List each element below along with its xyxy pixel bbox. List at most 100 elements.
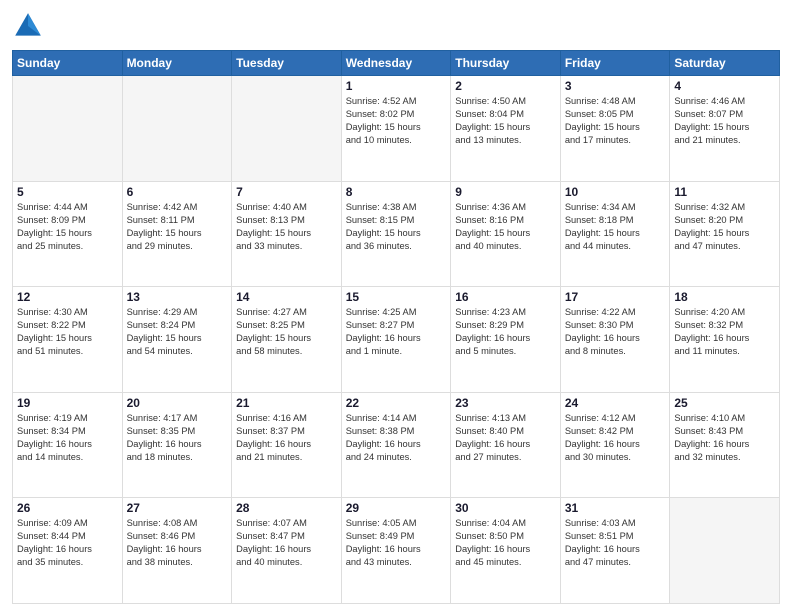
day-cell: 20 Sunrise: 4:17 AM Sunset: 8:35 PM Dayli… [122, 392, 232, 498]
day-cell: 26 Sunrise: 4:09 AM Sunset: 8:44 PM Dayli… [13, 498, 123, 604]
day-cell: 8 Sunrise: 4:38 AM Sunset: 8:15 PM Daylig… [341, 181, 451, 287]
day-number: 11 [674, 185, 775, 199]
day-cell: 11 Sunrise: 4:32 AM Sunset: 8:20 PM Dayli… [670, 181, 780, 287]
day-info: Sunrise: 4:08 AM Sunset: 8:46 PM Dayligh… [127, 517, 228, 569]
day-number: 21 [236, 396, 337, 410]
day-cell [670, 498, 780, 604]
day-cell [232, 76, 342, 182]
calendar-table: SundayMondayTuesdayWednesdayThursdayFrid… [12, 50, 780, 604]
day-info: Sunrise: 4:04 AM Sunset: 8:50 PM Dayligh… [455, 517, 556, 569]
day-number: 20 [127, 396, 228, 410]
day-cell: 19Sunrise: 4:19 AM Sunset: 8:34 PM Dayli… [13, 392, 123, 498]
day-info: Sunrise: 4:46 AM Sunset: 8:07 PM Dayligh… [674, 95, 775, 147]
day-info: Sunrise: 4:25 AM Sunset: 8:27 PM Dayligh… [346, 306, 447, 358]
page: SundayMondayTuesdayWednesdayThursdayFrid… [0, 0, 792, 612]
day-cell: 24Sunrise: 4:12 AM Sunset: 8:42 PM Dayli… [560, 392, 670, 498]
day-cell: 17 Sunrise: 4:22 AM Sunset: 8:30 PM Dayli… [560, 287, 670, 393]
day-info: Sunrise: 4:52 AM Sunset: 8:02 PM Dayligh… [346, 95, 447, 147]
weekday-header-friday: Friday [560, 51, 670, 76]
day-cell: 3Sunrise: 4:48 AM Sunset: 8:05 PM Daylig… [560, 76, 670, 182]
day-info: Sunrise: 4:42 AM Sunset: 8:11 PM Dayligh… [127, 201, 228, 253]
day-info: Sunrise: 4:38 AM Sunset: 8:15 PM Dayligh… [346, 201, 447, 253]
day-info: Sunrise: 4:13 AM Sunset: 8:40 PM Dayligh… [455, 412, 556, 464]
day-number: 5 [17, 185, 118, 199]
day-info: Sunrise: 4:10 AM Sunset: 8:43 PM Dayligh… [674, 412, 775, 464]
week-row-2: 5 Sunrise: 4:44 AM Sunset: 8:09 PM Daylig… [13, 181, 780, 287]
day-cell: 30 Sunrise: 4:04 AM Sunset: 8:50 PM Dayli… [451, 498, 561, 604]
logo-icon [12, 10, 44, 42]
weekday-header-monday: Monday [122, 51, 232, 76]
day-info: Sunrise: 4:14 AM Sunset: 8:38 PM Dayligh… [346, 412, 447, 464]
day-number: 1 [346, 79, 447, 93]
weekday-header-wednesday: Wednesday [341, 51, 451, 76]
week-row-5: 26 Sunrise: 4:09 AM Sunset: 8:44 PM Dayli… [13, 498, 780, 604]
day-cell: 1 Sunrise: 4:52 AM Sunset: 8:02 PM Daylig… [341, 76, 451, 182]
day-number: 10 [565, 185, 666, 199]
day-number: 7 [236, 185, 337, 199]
day-info: Sunrise: 4:32 AM Sunset: 8:20 PM Dayligh… [674, 201, 775, 253]
day-cell: 5 Sunrise: 4:44 AM Sunset: 8:09 PM Daylig… [13, 181, 123, 287]
weekday-header-thursday: Thursday [451, 51, 561, 76]
day-info: Sunrise: 4:16 AM Sunset: 8:37 PM Dayligh… [236, 412, 337, 464]
weekday-header-tuesday: Tuesday [232, 51, 342, 76]
week-row-4: 19Sunrise: 4:19 AM Sunset: 8:34 PM Dayli… [13, 392, 780, 498]
day-number: 18 [674, 290, 775, 304]
day-cell: 22 Sunrise: 4:14 AM Sunset: 8:38 PM Dayli… [341, 392, 451, 498]
day-info: Sunrise: 4:03 AM Sunset: 8:51 PM Dayligh… [565, 517, 666, 569]
day-cell: 21 Sunrise: 4:16 AM Sunset: 8:37 PM Dayli… [232, 392, 342, 498]
day-cell: 29 Sunrise: 4:05 AM Sunset: 8:49 PM Dayli… [341, 498, 451, 604]
day-cell [13, 76, 123, 182]
day-cell: 10 Sunrise: 4:34 AM Sunset: 8:18 PM Dayli… [560, 181, 670, 287]
week-row-1: 1 Sunrise: 4:52 AM Sunset: 8:02 PM Daylig… [13, 76, 780, 182]
day-number: 12 [17, 290, 118, 304]
day-number: 19 [17, 396, 118, 410]
weekday-header-row: SundayMondayTuesdayWednesdayThursdayFrid… [13, 51, 780, 76]
day-number: 28 [236, 501, 337, 515]
day-number: 9 [455, 185, 556, 199]
day-cell: 9 Sunrise: 4:36 AM Sunset: 8:16 PM Daylig… [451, 181, 561, 287]
day-info: Sunrise: 4:09 AM Sunset: 8:44 PM Dayligh… [17, 517, 118, 569]
logo [12, 10, 48, 42]
day-number: 30 [455, 501, 556, 515]
day-info: Sunrise: 4:05 AM Sunset: 8:49 PM Dayligh… [346, 517, 447, 569]
day-cell: 15 Sunrise: 4:25 AM Sunset: 8:27 PM Dayli… [341, 287, 451, 393]
day-number: 6 [127, 185, 228, 199]
day-cell: 23 Sunrise: 4:13 AM Sunset: 8:40 PM Dayli… [451, 392, 561, 498]
day-cell: 6 Sunrise: 4:42 AM Sunset: 8:11 PM Daylig… [122, 181, 232, 287]
day-number: 16 [455, 290, 556, 304]
day-number: 27 [127, 501, 228, 515]
day-cell: 4 Sunrise: 4:46 AM Sunset: 8:07 PM Daylig… [670, 76, 780, 182]
day-number: 29 [346, 501, 447, 515]
day-info: Sunrise: 4:17 AM Sunset: 8:35 PM Dayligh… [127, 412, 228, 464]
day-number: 22 [346, 396, 447, 410]
day-info: Sunrise: 4:36 AM Sunset: 8:16 PM Dayligh… [455, 201, 556, 253]
day-cell: 18Sunrise: 4:20 AM Sunset: 8:32 PM Dayli… [670, 287, 780, 393]
day-info: Sunrise: 4:22 AM Sunset: 8:30 PM Dayligh… [565, 306, 666, 358]
day-number: 17 [565, 290, 666, 304]
day-cell: 31Sunrise: 4:03 AM Sunset: 8:51 PM Dayli… [560, 498, 670, 604]
day-info: Sunrise: 4:29 AM Sunset: 8:24 PM Dayligh… [127, 306, 228, 358]
weekday-header-saturday: Saturday [670, 51, 780, 76]
day-info: Sunrise: 4:23 AM Sunset: 8:29 PM Dayligh… [455, 306, 556, 358]
day-cell: 16 Sunrise: 4:23 AM Sunset: 8:29 PM Dayli… [451, 287, 561, 393]
day-number: 26 [17, 501, 118, 515]
day-cell: 12Sunrise: 4:30 AM Sunset: 8:22 PM Dayli… [13, 287, 123, 393]
day-number: 4 [674, 79, 775, 93]
day-info: Sunrise: 4:44 AM Sunset: 8:09 PM Dayligh… [17, 201, 118, 253]
day-number: 23 [455, 396, 556, 410]
day-cell: 7Sunrise: 4:40 AM Sunset: 8:13 PM Daylig… [232, 181, 342, 287]
day-number: 13 [127, 290, 228, 304]
day-number: 2 [455, 79, 556, 93]
day-cell: 27 Sunrise: 4:08 AM Sunset: 8:46 PM Dayli… [122, 498, 232, 604]
day-info: Sunrise: 4:07 AM Sunset: 8:47 PM Dayligh… [236, 517, 337, 569]
day-number: 8 [346, 185, 447, 199]
day-number: 15 [346, 290, 447, 304]
day-cell: 13 Sunrise: 4:29 AM Sunset: 8:24 PM Dayli… [122, 287, 232, 393]
day-cell: 25Sunrise: 4:10 AM Sunset: 8:43 PM Dayli… [670, 392, 780, 498]
day-info: Sunrise: 4:34 AM Sunset: 8:18 PM Dayligh… [565, 201, 666, 253]
week-row-3: 12Sunrise: 4:30 AM Sunset: 8:22 PM Dayli… [13, 287, 780, 393]
day-cell: 2 Sunrise: 4:50 AM Sunset: 8:04 PM Daylig… [451, 76, 561, 182]
weekday-header-sunday: Sunday [13, 51, 123, 76]
header [12, 10, 780, 42]
day-info: Sunrise: 4:50 AM Sunset: 8:04 PM Dayligh… [455, 95, 556, 147]
